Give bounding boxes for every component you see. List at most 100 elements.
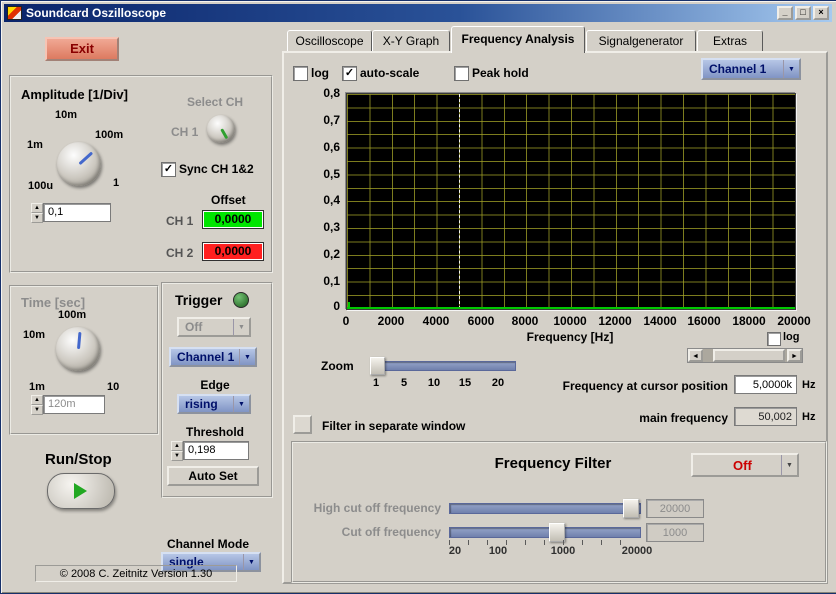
threshold-spinner[interactable]: ▲ ▼ 0,198 [171, 441, 249, 460]
amplitude-knob-needle [78, 152, 93, 166]
minimize-icon[interactable]: _ [777, 6, 793, 20]
log-checkbox[interactable] [293, 66, 308, 81]
app-window: Soundcard Oszilloscope _ □ × Exit Amplit… [0, 0, 836, 594]
spin-down-icon[interactable]: ▼ [171, 451, 183, 461]
channel-select-dropdown[interactable]: Channel 1 ▼ [701, 58, 801, 80]
y-axis-tick: 0,8 [306, 86, 340, 100]
chevron-down-icon: ▼ [243, 554, 259, 570]
offset-label: Offset [211, 193, 246, 207]
graph-log-checkbox[interactable] [767, 332, 781, 346]
select-ch-knob[interactable] [207, 115, 235, 143]
spin-down-icon[interactable]: ▼ [31, 213, 43, 223]
y-axis-tick: 0,7 [306, 113, 340, 127]
time-value-spinner[interactable]: ▲ ▼ 120m [31, 395, 105, 414]
time-knob-tick: 1m [29, 381, 45, 393]
amplitude-knob-tick: 100m [95, 129, 123, 141]
graph-scrollbar[interactable]: ◄ ► [687, 348, 803, 363]
x-axis-tick: 12000 [590, 314, 640, 328]
edge-label: Edge [163, 378, 267, 392]
time-group: Time [sec] 100m 10m 1m 10 ▲ ▼ 120m [9, 285, 159, 435]
time-spin-arrows[interactable]: ▲ ▼ [31, 395, 43, 414]
offset-ch1-display: 0,0000 [202, 210, 264, 229]
high-cut-slider-thumb[interactable] [623, 499, 639, 518]
amplitude-spin-arrows[interactable]: ▲ ▼ [31, 203, 43, 222]
tab-frequency-analysis[interactable]: Frequency Analysis [451, 26, 585, 53]
main-frequency-unit: Hz [802, 411, 815, 423]
peak-hold-checkbox[interactable] [454, 66, 469, 81]
chevron-down-icon: ▼ [239, 349, 255, 365]
y-axis-tick: 0,1 [306, 274, 340, 288]
spin-up-icon[interactable]: ▲ [171, 441, 183, 451]
filter-scale-label: 100 [473, 545, 523, 557]
scroll-left-icon[interactable]: ◄ [688, 349, 703, 362]
tab-signalgenerator[interactable]: Signalgenerator [586, 30, 696, 51]
cursor-line[interactable] [459, 94, 460, 309]
zoom-slider-thumb[interactable] [370, 357, 385, 375]
trigger-edge-dropdown[interactable]: rising ▼ [177, 394, 251, 414]
amplitude-value-spinner[interactable]: ▲ ▼ 0,1 [31, 203, 111, 222]
amplitude-knob-tick: 10m [55, 109, 77, 121]
select-ch-label: Select CH [187, 95, 243, 109]
select-ch-channel-label: CH 1 [171, 125, 198, 139]
exit-button[interactable]: Exit [45, 37, 119, 61]
time-knob[interactable] [56, 327, 100, 371]
tab-extras[interactable]: Extras [697, 30, 763, 51]
filter-window-label: Filter in separate window [322, 419, 465, 433]
y-axis-tick: 0,4 [306, 193, 340, 207]
amplitude-group: Amplitude [1/Div] 10m 100m 1m 100u 1 ▲ ▼… [9, 75, 273, 273]
threshold-value-field[interactable]: 0,198 [183, 441, 249, 460]
run-stop-button[interactable] [47, 473, 115, 509]
trigger-channel-dropdown[interactable]: Channel 1 ▼ [169, 347, 257, 367]
time-value-field[interactable]: 120m [43, 395, 105, 414]
close-icon[interactable]: × [813, 6, 829, 20]
spin-up-icon[interactable]: ▲ [31, 203, 43, 213]
peak-hold-checkbox-label: Peak hold [472, 66, 529, 80]
scrollbar-thumb[interactable] [713, 349, 785, 362]
spectrum-peak [348, 302, 350, 309]
cursor-frequency-label: Frequency at cursor position [506, 379, 728, 393]
auto-set-button[interactable]: Auto Set [167, 466, 259, 486]
spin-up-icon[interactable]: ▲ [31, 395, 43, 405]
maximize-icon[interactable]: □ [795, 6, 811, 20]
x-axis-tick: 8000 [500, 314, 550, 328]
tab-xy-graph[interactable]: X-Y Graph [372, 30, 450, 51]
y-axis-tick: 0,6 [306, 140, 340, 154]
amplitude-knob-tick: 100u [28, 180, 53, 192]
threshold-spin-arrows[interactable]: ▲ ▼ [171, 441, 183, 460]
time-title: Time [sec] [21, 295, 85, 310]
titlebar[interactable]: Soundcard Oszilloscope _ □ × [4, 4, 832, 22]
x-axis-tick: 20000 [769, 314, 819, 328]
auto-scale-checkbox-label: auto-scale [360, 66, 419, 80]
time-knob-tick: 10m [23, 329, 45, 341]
y-axis-tick: 0,3 [306, 220, 340, 234]
cursor-frequency-value[interactable]: 5,0000k [734, 375, 797, 394]
cut-off-slider-track[interactable] [449, 527, 641, 538]
channel-mode-label: Channel Mode [167, 537, 249, 551]
cut-off-value[interactable]: 1000 [646, 523, 704, 542]
x-axis-label: Frequency [Hz] [470, 330, 670, 344]
zoom-slider-track[interactable] [370, 361, 516, 371]
x-axis-tick: 16000 [679, 314, 729, 328]
trigger-mode-dropdown[interactable]: Off ▼ [177, 317, 251, 337]
auto-scale-checkbox[interactable]: ✓ [342, 66, 357, 81]
scroll-right-icon[interactable]: ► [787, 349, 802, 362]
tab-oscilloscope[interactable]: Oscilloscope [287, 30, 372, 51]
trigger-group: Trigger Off ▼ Channel 1 ▼ Edge rising ▼ … [161, 282, 273, 498]
spin-down-icon[interactable]: ▼ [31, 405, 43, 415]
sync-checkbox[interactable]: ✓ [161, 162, 176, 177]
high-cut-label: High cut off frequency [302, 501, 441, 515]
high-cut-slider-track[interactable] [449, 503, 641, 514]
amplitude-value-field[interactable]: 0,1 [43, 203, 111, 222]
x-axis-tick: 18000 [724, 314, 774, 328]
high-cut-value[interactable]: 20000 [646, 499, 704, 518]
filter-window-button[interactable] [293, 415, 312, 434]
amplitude-knob[interactable] [57, 142, 101, 186]
offset-ch2-display: 0,0000 [202, 242, 264, 261]
channel-select-value: Channel 1 [709, 62, 766, 76]
chevron-down-icon: ▼ [783, 60, 799, 78]
filter-mode-dropdown[interactable]: Off ▼ [691, 453, 799, 477]
spectrum-plot[interactable] [346, 93, 796, 310]
x-axis-tick: 10000 [545, 314, 595, 328]
filter-scale-label: 1000 [538, 545, 588, 557]
amplitude-title: Amplitude [1/Div] [21, 87, 128, 102]
